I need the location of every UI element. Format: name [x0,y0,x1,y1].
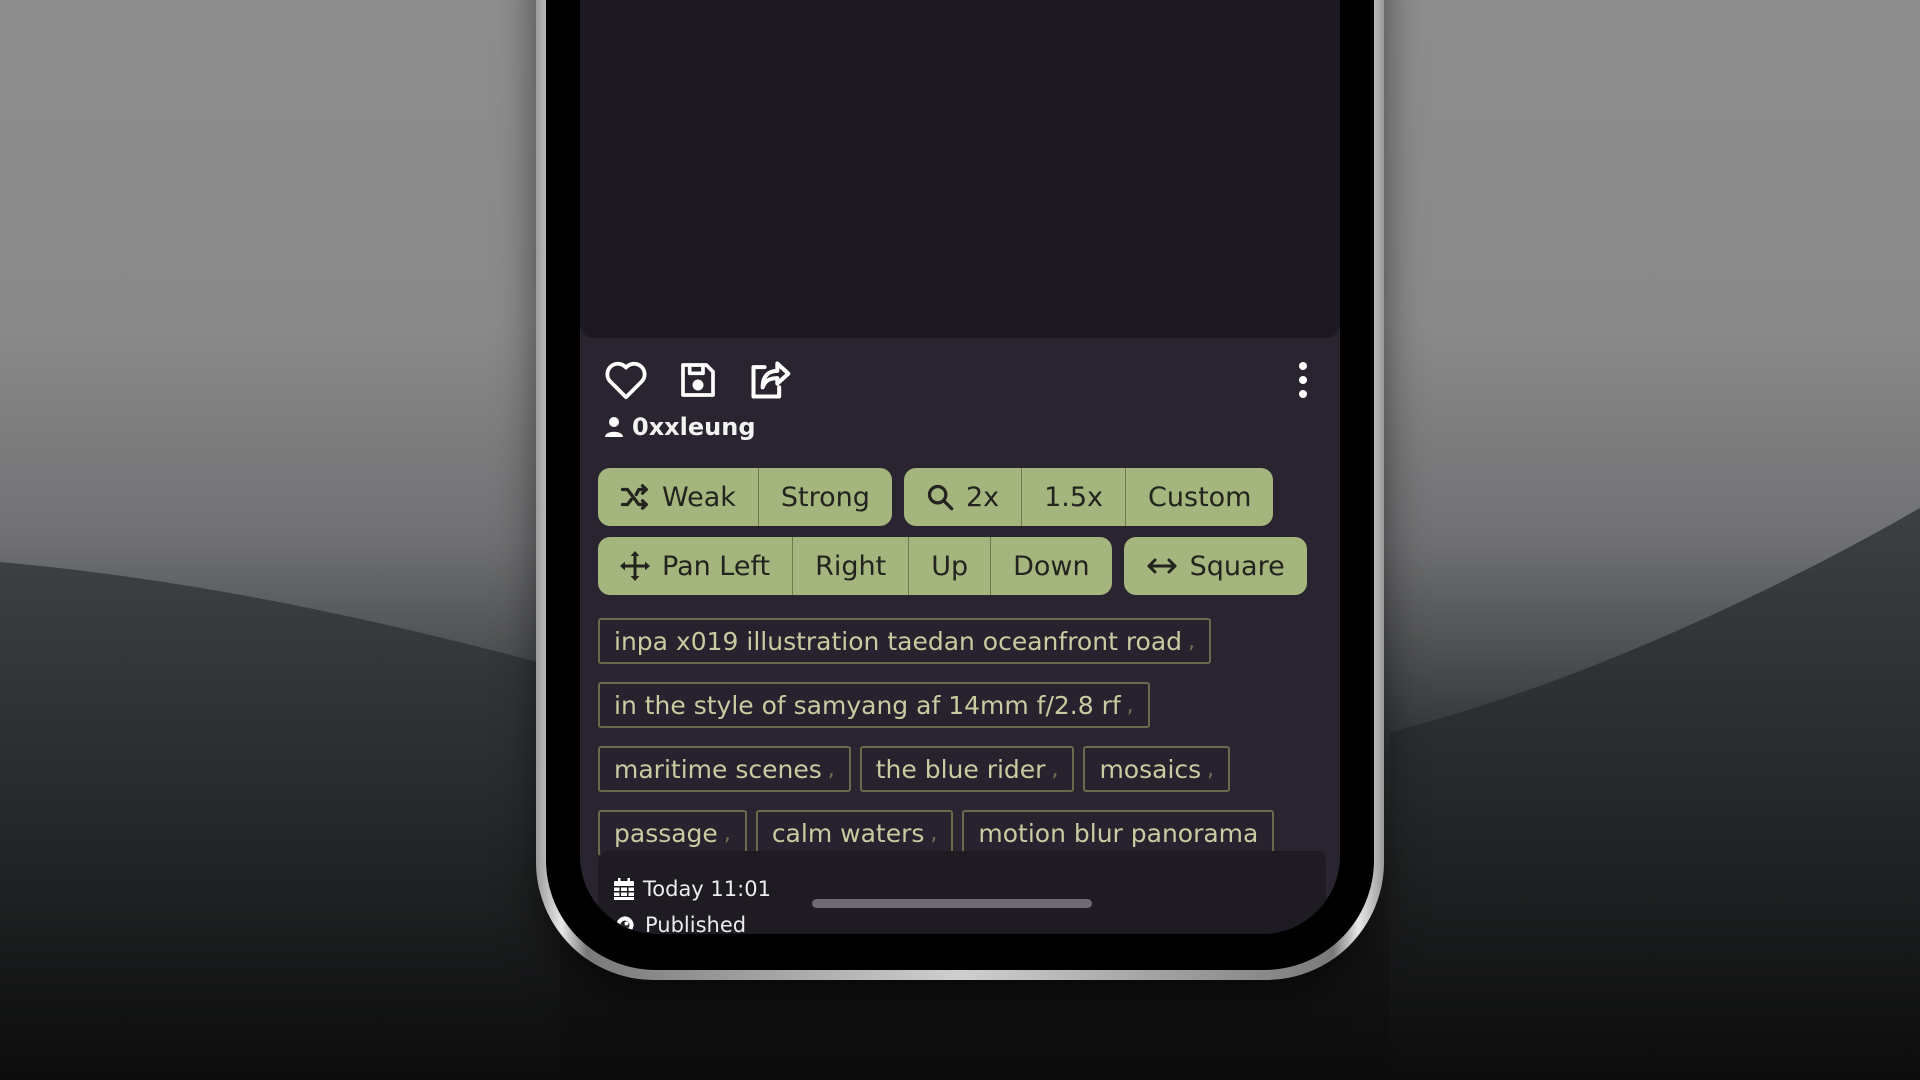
prompt-tag[interactable]: mosaics, [1083,746,1231,792]
phone-bezel: 0xxleung Weak Strong 2x 1.5x Custom Pan … [546,0,1374,970]
more-options-button[interactable] [1288,356,1318,404]
square-button[interactable]: Square [1124,537,1307,595]
zoom-custom-button[interactable]: Custom [1125,468,1273,526]
vary-strong-button[interactable]: Strong [757,468,892,526]
prompt-tag[interactable]: calm waters, [755,810,954,856]
home-indicator[interactable] [812,899,1092,908]
share-icon [751,361,791,399]
pan-up-button[interactable]: Up [908,537,990,595]
arrows-horizontal-icon [1147,558,1177,574]
pan-right-button[interactable]: Right [792,537,908,595]
shuffle-icon [620,484,648,510]
prompt-tag[interactable]: inpa x019 illustration taedan oceanfront… [598,618,1212,664]
pan-left-button[interactable]: Pan Left [598,537,792,595]
phone-frame: 0xxleung Weak Strong 2x 1.5x Custom Pan … [536,0,1384,980]
author[interactable]: 0xxleung [604,413,756,441]
aspect-group: Square [1123,537,1307,595]
move-icon [620,551,650,581]
search-icon [927,484,954,511]
zoom-group: 2x 1.5x Custom [903,468,1274,526]
calendar-icon [614,878,634,900]
prompt-tags: inpa x019 illustration taedan oceanfront… [598,618,1318,856]
prompt-tag[interactable]: motion blur panorama [962,810,1275,856]
app-screen: 0xxleung Weak Strong 2x 1.5x Custom Pan … [580,0,1340,934]
generated-image[interactable] [580,0,1340,338]
prompt-tag[interactable]: maritime scenes, [598,746,851,792]
meta-panel: Today 11:01 Published [598,851,1326,934]
button-row-2: Pan Left Right Up Down Square [598,537,1307,595]
button-row-1: Weak Strong 2x 1.5x Custom [598,468,1274,526]
pan-group: Pan Left Right Up Down [598,537,1112,595]
like-button[interactable] [602,356,650,404]
user-icon [605,417,623,437]
zoom-2x-button[interactable]: 2x [904,468,1021,526]
zoom-1-5x-button[interactable]: 1.5x [1021,468,1125,526]
floppy-disk-icon [681,363,715,397]
prompt-tag[interactable]: passage, [598,810,747,856]
pan-down-button[interactable]: Down [990,537,1112,595]
action-bar [602,356,1318,404]
visibility-line: Published [614,907,1310,934]
variation-group: Weak Strong [598,468,892,526]
author-name: 0xxleung [632,413,756,441]
heart-icon [605,361,647,400]
prompt-tag[interactable]: in the style of samyang af 14mm f/2.8 rf… [598,682,1150,728]
vary-weak-button[interactable]: Weak [598,468,758,526]
eye-icon [616,916,634,934]
save-button[interactable] [674,356,722,404]
more-vertical-icon [1299,362,1307,398]
prompt-tag[interactable]: the blue rider, [859,746,1075,792]
share-button[interactable] [746,356,794,404]
